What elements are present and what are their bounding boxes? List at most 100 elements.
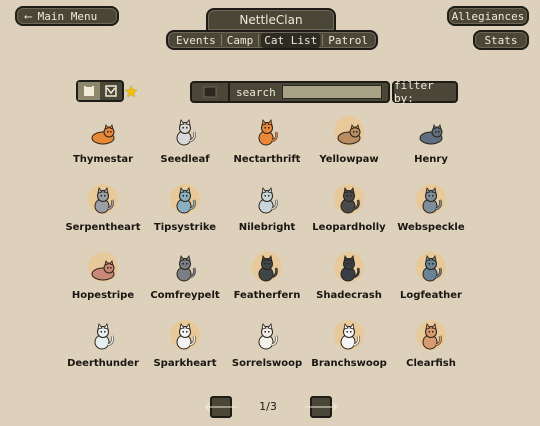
dead-cats-toggle[interactable] [100, 82, 122, 100]
cat-icon [176, 255, 196, 282]
cat-icon [94, 187, 114, 214]
cat-name: Logfeather [400, 290, 462, 301]
cat-item[interactable]: Branchswoop [308, 318, 390, 378]
cat-icon [258, 187, 278, 214]
cat-name: Branchswoop [311, 358, 387, 369]
cat-item[interactable]: Logfeather [390, 250, 472, 310]
cat-name: Tipsystrike [153, 222, 217, 233]
cat-name: Clearfish [406, 358, 456, 369]
cat-icon [94, 323, 114, 350]
tab-separator [258, 34, 260, 46]
cat-name: Nilebright [238, 222, 296, 233]
cat-sprite [83, 318, 123, 354]
living-cats-toggle[interactable] [78, 82, 100, 100]
cat-sprite [411, 318, 451, 354]
cat-item[interactable]: Yellowpaw [308, 114, 390, 174]
cat-sprite [411, 182, 451, 218]
view-toggle-group [76, 80, 124, 102]
cat-name: Thymestar [72, 154, 134, 165]
cat-icon [340, 323, 360, 350]
prev-page-button[interactable]: 🡐 [204, 396, 238, 418]
cat-name: Featherfern [233, 290, 301, 301]
search-box-icon [203, 86, 217, 98]
search-bar: search [190, 81, 390, 103]
cat-name: Seedleaf [160, 154, 210, 165]
tab-separator [322, 34, 324, 46]
cat-sprite [329, 182, 369, 218]
cat-icon [258, 323, 278, 350]
main-menu-button[interactable]: ⟵ Main Menu [15, 6, 119, 26]
cat-name: Henry [414, 154, 448, 165]
search-toggle[interactable] [192, 83, 230, 101]
cat-sprite [165, 114, 205, 150]
cat-item[interactable]: Webspeckle [390, 182, 472, 242]
cat-icon [91, 124, 115, 145]
cat-sprite [165, 250, 205, 286]
cat-icon [176, 187, 196, 214]
search-input[interactable] [281, 85, 382, 99]
main-menu-label: Main Menu [37, 9, 98, 23]
cat-item[interactable]: Comfreypelt [144, 250, 226, 310]
cat-name: Serpentheart [65, 222, 141, 233]
cat-sprite [247, 250, 287, 286]
cat-item[interactable]: Deerthunder [62, 318, 144, 378]
cat-sprite [165, 318, 205, 354]
cat-item[interactable]: Serpentheart [62, 182, 144, 242]
cat-item[interactable]: Tipsystrike [144, 182, 226, 242]
cat-name: Comfreypelt [150, 290, 220, 301]
living-cats-icon [84, 86, 94, 96]
filter-by-button[interactable]: filter by: [392, 79, 458, 105]
cat-icon [419, 124, 443, 145]
cat-item[interactable]: Sparkheart [144, 318, 226, 378]
cat-icon [422, 323, 442, 350]
cat-item[interactable]: Nectarthrift [226, 114, 308, 174]
stats-button[interactable]: Stats [473, 30, 529, 50]
cat-item[interactable]: Leopardholly [308, 182, 390, 242]
cat-item[interactable]: Seedleaf [144, 114, 226, 174]
cat-icon [176, 119, 196, 146]
tab-cat-list[interactable]: Cat List [261, 32, 321, 48]
cat-icon [91, 260, 115, 281]
cat-item[interactable]: Henry [390, 114, 472, 174]
cat-icon [258, 119, 278, 146]
favorites-star-icon[interactable]: ★ [124, 82, 138, 101]
cat-item[interactable]: Thymestar [62, 114, 144, 174]
cat-icon [422, 255, 442, 282]
tab-camp[interactable]: Camp [224, 33, 257, 48]
page-indicator: 1/3 [259, 400, 277, 413]
cat-list-grid: Thymestar Seedleaf Nectarthrift Yellowpaw He… [62, 114, 472, 378]
cat-sprite [83, 182, 123, 218]
cat-name: Webspeckle [397, 222, 465, 233]
cat-name: Sparkheart [153, 358, 217, 369]
cat-item[interactable]: Clearfish [390, 318, 472, 378]
tab-separator [220, 34, 222, 46]
cat-item[interactable]: Hopestripe [62, 250, 144, 310]
next-page-button[interactable]: 🡒 [304, 396, 338, 418]
arrow-left-icon: 🡐 [203, 400, 239, 415]
back-arrow-icon: ⟵ [25, 9, 32, 23]
cat-sprite [247, 114, 287, 150]
cat-sprite [247, 182, 287, 218]
cat-sprite [329, 114, 369, 150]
arrow-right-icon: 🡒 [303, 400, 339, 415]
cat-item[interactable]: Shadecrash [308, 250, 390, 310]
allegiances-button[interactable]: Allegiances [447, 6, 529, 26]
tab-patrol[interactable]: Patrol [325, 33, 371, 48]
nav-tabs: Events Camp Cat List Patrol [166, 30, 378, 50]
cat-item[interactable]: Sorrelswoop [226, 318, 308, 378]
cat-sprite [411, 250, 451, 286]
cat-item[interactable]: Nilebright [226, 182, 308, 242]
cat-name: Leopardholly [312, 222, 386, 233]
cat-name: Sorrelswoop [231, 358, 303, 369]
cat-sprite [83, 114, 123, 150]
cat-name: Deerthunder [67, 358, 139, 369]
cat-sprite [329, 318, 369, 354]
tab-events[interactable]: Events [173, 33, 219, 48]
cat-sprite [83, 250, 123, 286]
cat-name: Shadecrash [316, 290, 382, 301]
cat-sprite [165, 182, 205, 218]
cat-item[interactable]: Featherfern [226, 250, 308, 310]
cat-icon [422, 187, 442, 214]
cat-sprite [247, 318, 287, 354]
cat-icon [258, 255, 278, 282]
